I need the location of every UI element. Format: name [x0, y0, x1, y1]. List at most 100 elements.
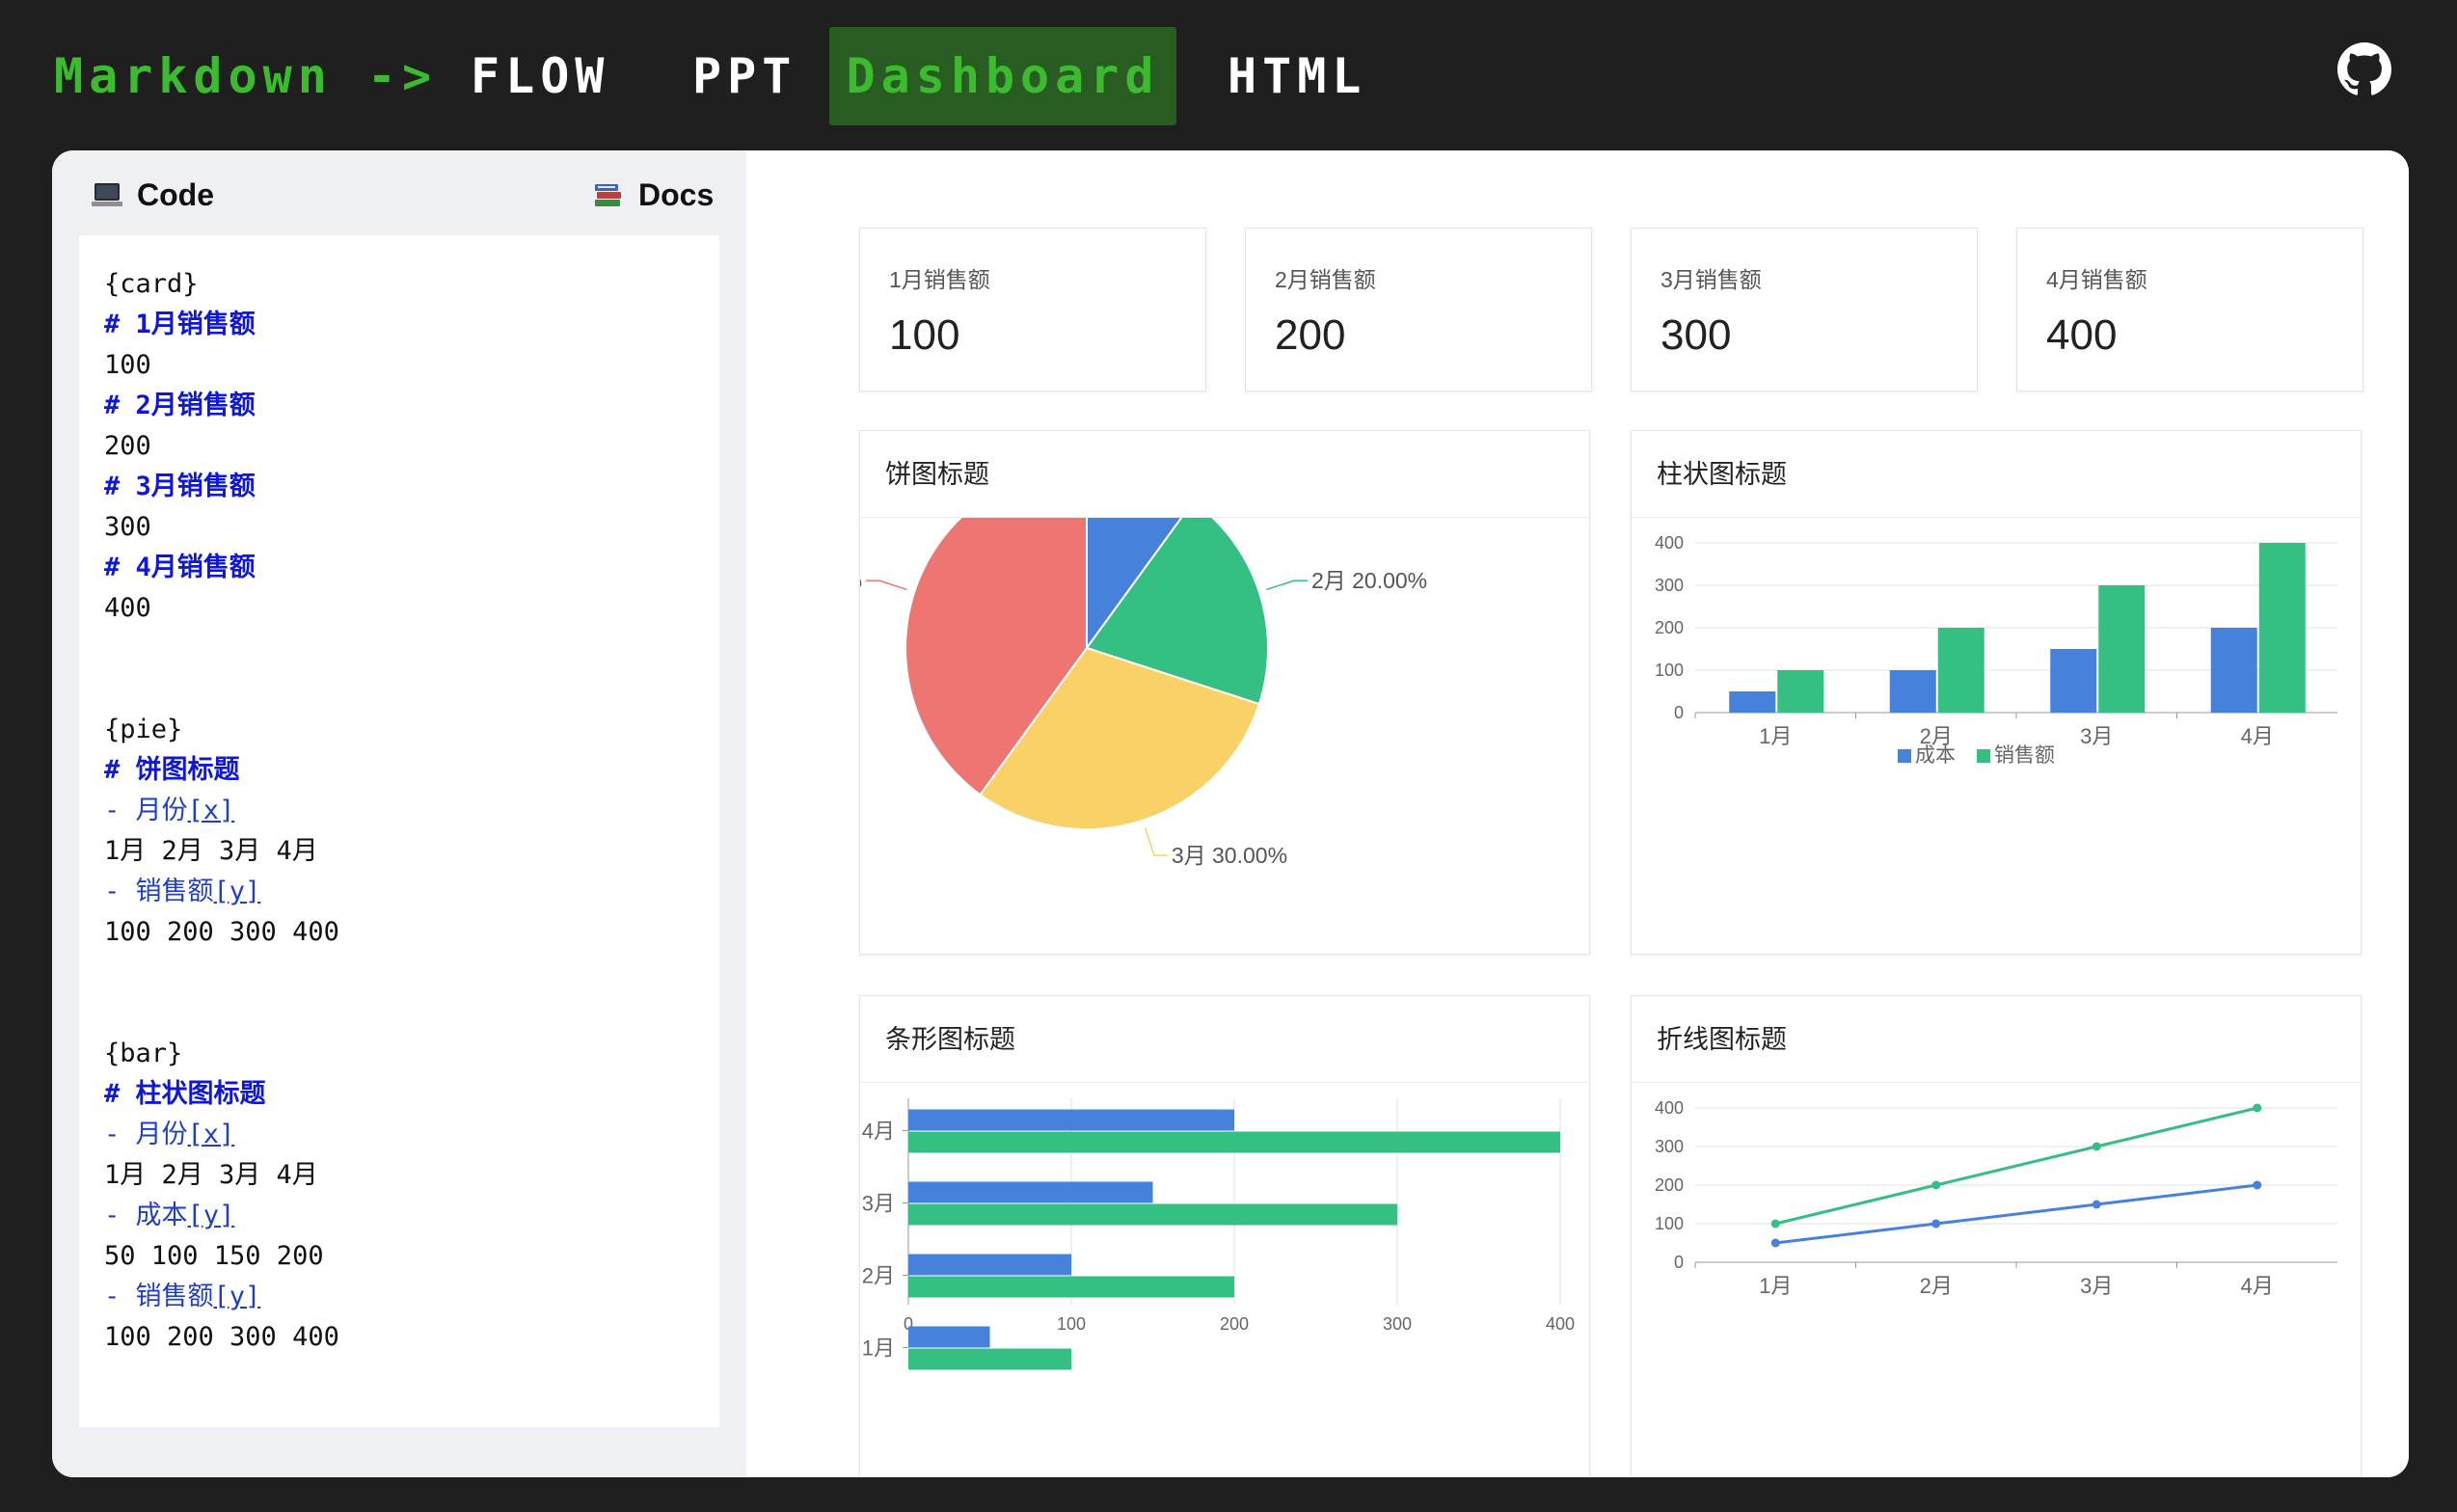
line-chart: 0 100 200 300 400 1月 2月 3月 4月 — [1655, 1098, 2337, 1298]
line-category-label: 3月 — [2080, 1274, 2113, 1298]
bar-ytick-label: 300 — [1655, 576, 1684, 595]
legend-label: 成本 — [1915, 744, 1956, 767]
code-line: {bar} — [104, 1034, 694, 1074]
code-heading-line: # 3月销售额 — [104, 467, 694, 507]
hbar-bar — [908, 1326, 990, 1348]
pie-data-label: 4月 40.00% — [860, 568, 862, 593]
nav-tab-dashboard[interactable]: Dashboard — [829, 27, 1176, 125]
nav-brand[interactable]: Markdown -> — [29, 27, 462, 125]
hbar-xtick-label: 400 — [1546, 1314, 1575, 1334]
stat-card-label: 1月销售额 — [889, 267, 990, 292]
hbar-bar — [908, 1276, 1234, 1298]
bar-sales-bar — [1777, 670, 1824, 713]
nav-tab-html[interactable]: HTML — [1201, 27, 1393, 125]
code-heading-line: # 饼图标题 — [104, 750, 694, 791]
code-field-line: - 成本[y] — [104, 1196, 694, 1236]
hbar-bar — [908, 1254, 1071, 1276]
code-line-text: # 4月销售额 — [104, 553, 256, 582]
hbar-bar — [908, 1131, 1560, 1153]
code-line: 1月 2月 3月 4月 — [104, 1155, 694, 1196]
hbar-bar — [908, 1203, 1397, 1226]
nav-tab-ppt[interactable]: PPT — [665, 27, 824, 125]
main-container: Code Docs {card} # 1月销售额 100 # 2月销售额 200 # 3月… — [52, 150, 2409, 1477]
code-line: 200 — [104, 426, 694, 467]
line-point — [2253, 1180, 2262, 1190]
hbar-bar — [908, 1181, 1153, 1203]
code-line: 1月 2月 3月 4月 — [104, 831, 694, 872]
line-series — [1775, 1183, 2257, 1245]
line-ytick-label: 400 — [1655, 1098, 1684, 1118]
line-category-label: 4月 — [2241, 1274, 2274, 1298]
stat-card-label: 3月销售额 — [1660, 267, 1762, 292]
stat-card: 2月销售额 200 — [1245, 228, 1592, 392]
code-field-line: - 销售额[y] — [104, 872, 694, 912]
bar-category-label: 4月 — [2241, 724, 2274, 748]
code-field-link[interactable]: [x] — [188, 1120, 235, 1149]
hbar-chart-title: 条形图标题 — [860, 996, 1589, 1083]
code-line-text: # 柱状图标题 — [104, 1079, 266, 1109]
code-line-text: - 销售额 — [104, 877, 214, 906]
tab-code[interactable]: Code — [91, 172, 214, 218]
code-line: {pie} — [104, 710, 694, 750]
code-line-text: # 饼图标题 — [104, 755, 240, 785]
top-nav: Markdown -> FLOW PPT Dashboard HTML — [0, 0, 2457, 143]
code-field-link[interactable]: [y] — [188, 1201, 235, 1230]
code-line-text: 1月 2月 3月 4月 — [104, 1160, 318, 1190]
pie-chart: 1月 10.00%2月 20.00%3月 30.00%4月 40.00% — [860, 518, 1427, 868]
hbar-bar — [908, 1109, 1234, 1131]
bar-chart-title: 柱状图标题 — [1632, 431, 2361, 518]
hbar-xtick-label: 200 — [1220, 1314, 1249, 1334]
hbar-bar — [908, 1348, 1071, 1370]
code-line: {card} — [104, 264, 694, 305]
bar-cost-bar — [1889, 670, 1936, 713]
code-line-text: {bar} — [104, 1039, 183, 1068]
code-field-link[interactable]: [y] — [214, 877, 261, 906]
code-heading-line: # 柱状图标题 — [104, 1074, 694, 1115]
hbar-category-label: 4月 — [862, 1120, 895, 1144]
pie-chart-title: 饼图标题 — [860, 431, 1589, 518]
line-point — [2092, 1200, 2101, 1209]
hbar-chart-panel: 条形图标题 0 100 200 300 400 1月 2月 3月 4月 — [859, 995, 1590, 1477]
pie-label-line — [866, 580, 907, 591]
code-field-link[interactable]: [x] — [188, 796, 235, 825]
books-icon — [595, 184, 621, 206]
line-point — [1770, 1238, 1780, 1248]
tab-docs[interactable]: Docs — [592, 172, 714, 218]
laptop-icon — [92, 183, 122, 206]
hbar-chart: 0 100 200 300 4001月2月3月4月 — [862, 1098, 1575, 1370]
bar-ytick-label: 100 — [1655, 661, 1684, 680]
code-line-text: 300 — [104, 512, 151, 542]
editor-panel: Code Docs {card} # 1月销售额 100 # 2月销售额 200 # 3月… — [52, 150, 746, 1477]
hbar-category-label: 3月 — [862, 1192, 895, 1216]
pie-data-label: 3月 30.00% — [1172, 843, 1287, 868]
code-line: 400 — [104, 588, 694, 629]
bar-ytick-label: 400 — [1655, 533, 1684, 553]
hbar-category-label: 1月 — [862, 1336, 895, 1361]
code-line-text: - 月份 — [104, 796, 188, 825]
github-icon[interactable] — [2337, 42, 2391, 96]
line-point — [2253, 1103, 2262, 1113]
stat-card: 3月销售额 300 — [1631, 228, 1978, 392]
bar-category-label: 3月 — [2080, 724, 2113, 748]
bar-cost-bar — [2210, 628, 2257, 713]
line-ytick-label: 200 — [1655, 1175, 1684, 1195]
hbar-xtick-label: 100 — [1057, 1314, 1086, 1334]
bar-cost-bar — [1729, 691, 1776, 713]
code-heading-line: # 4月销售额 — [104, 548, 694, 588]
pie-data-label: 2月 20.00% — [1311, 568, 1427, 593]
code-line-text: 50 100 150 200 — [104, 1241, 324, 1271]
code-field-link[interactable]: [y] — [214, 1282, 261, 1311]
nav-tab-flow[interactable]: FLOW — [444, 27, 636, 125]
bar-sales-bar — [1937, 628, 1984, 713]
code-line-text: # 3月销售额 — [104, 472, 256, 501]
line-point — [1931, 1219, 1941, 1228]
line-chart-panel: 折线图标题 0 100 200 300 400 1月 2月 3月 4月 — [1631, 995, 2362, 1477]
code-editor[interactable]: {card} # 1月销售额 100 # 2月销售额 200 # 3月销售额 300 # 4月… — [79, 235, 719, 1427]
code-line-text: # 1月销售额 — [104, 310, 256, 339]
code-line-text: 100 200 300 400 — [104, 1322, 339, 1352]
line-chart-title: 折线图标题 — [1632, 996, 2361, 1083]
bar-cost-bar — [2050, 649, 2097, 713]
